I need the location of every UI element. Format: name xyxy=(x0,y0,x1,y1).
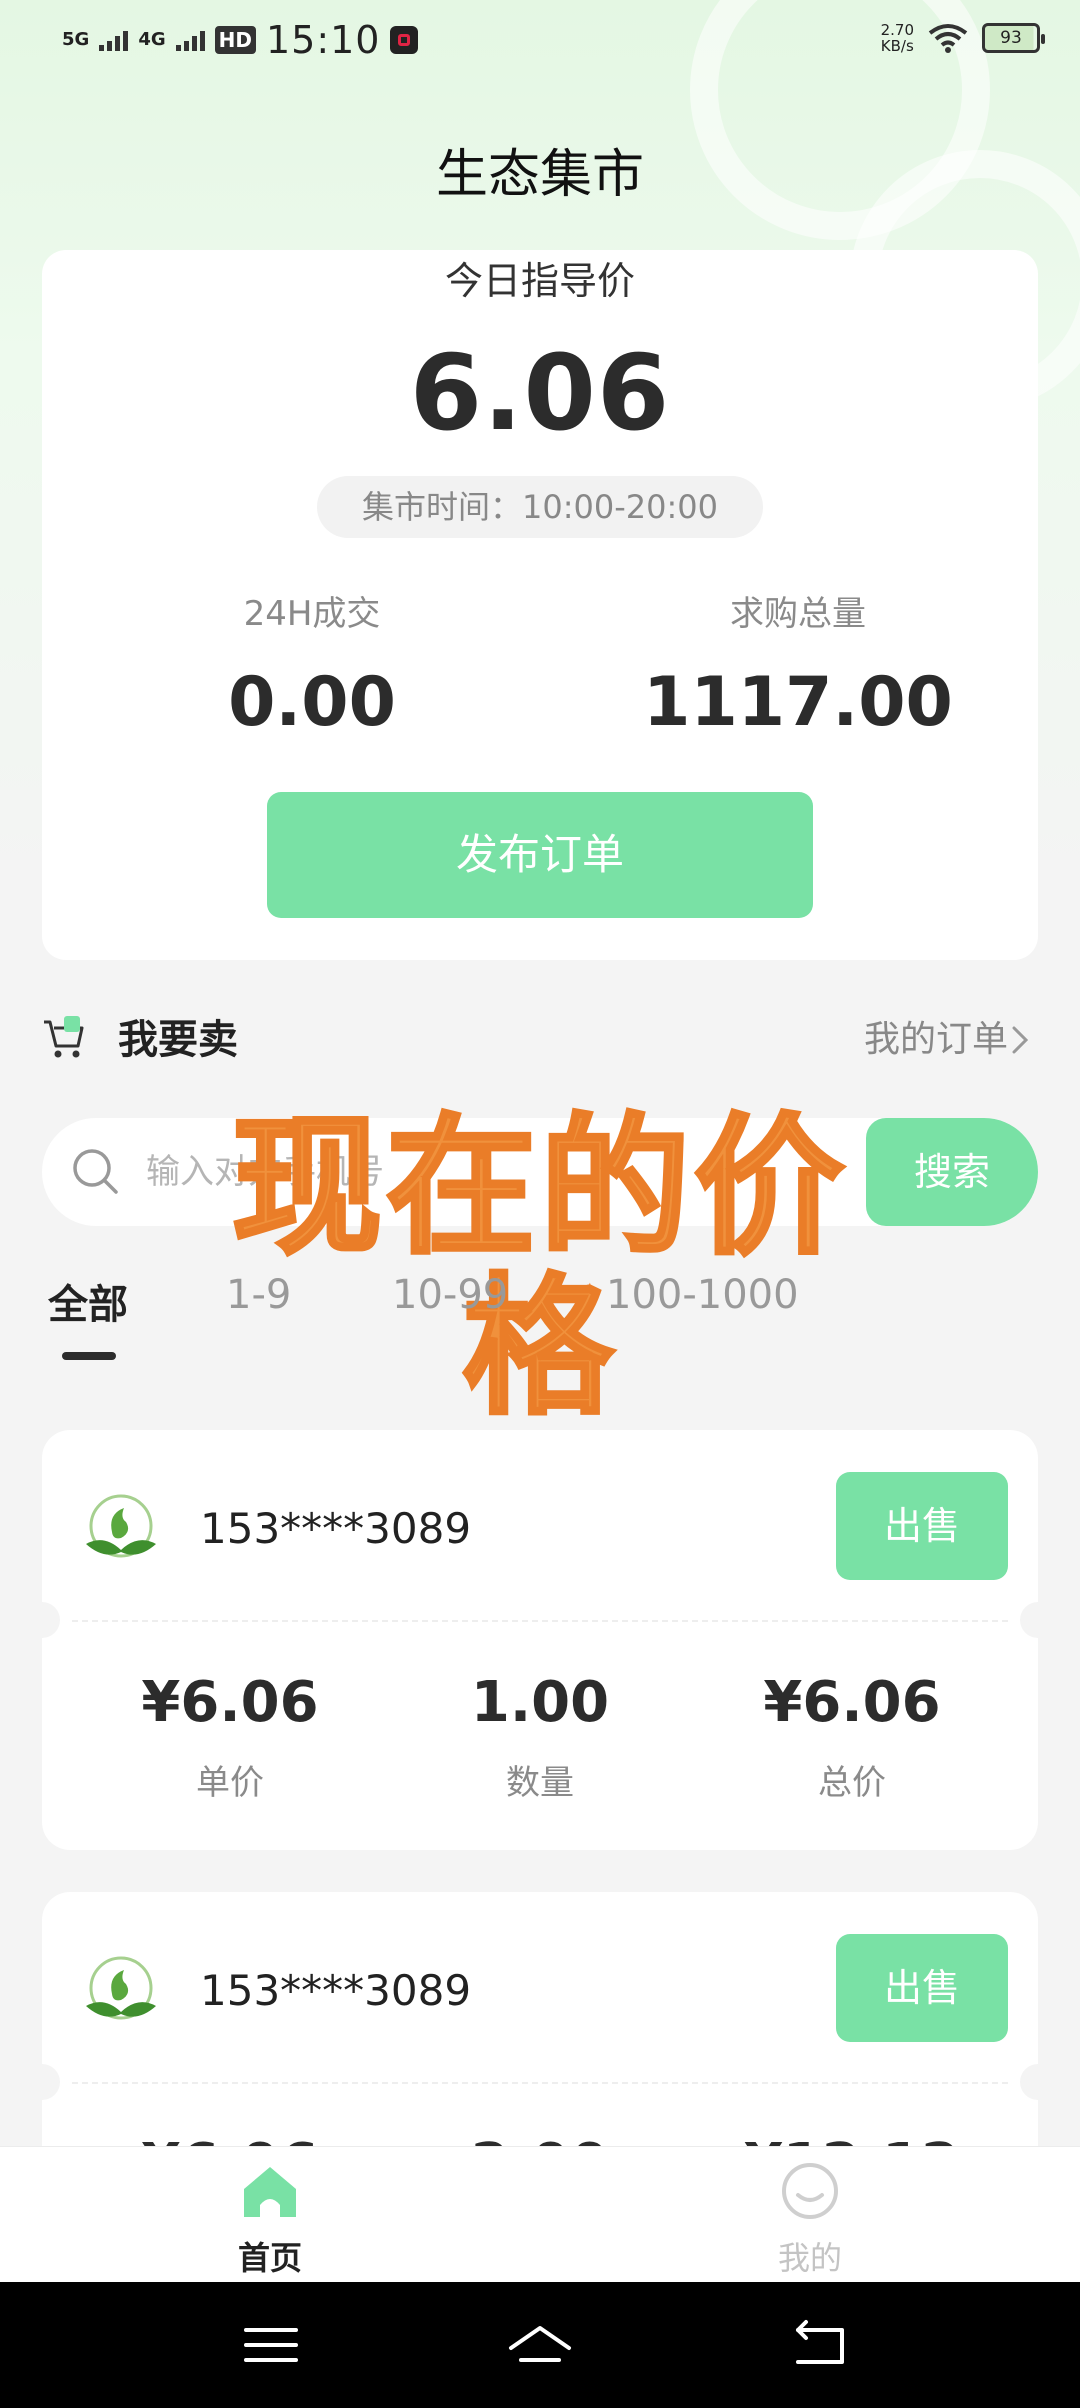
chevron-right-icon[interactable] xyxy=(1002,1022,1038,1058)
speed-unit: KB/s xyxy=(880,37,914,55)
wifi-icon xyxy=(928,24,968,53)
card-notch xyxy=(1020,2064,1038,2100)
search-input[interactable] xyxy=(146,1142,846,1202)
stat-value: 0.00 xyxy=(228,663,396,742)
nav-home[interactable]: 首页 xyxy=(170,2161,370,2279)
shopping-cart-icon xyxy=(44,1016,84,1058)
sell-button[interactable]: 出售 xyxy=(836,1472,1008,1580)
unit-price-value: ¥6.06 xyxy=(141,1670,319,1735)
stat-label: 24H成交 xyxy=(243,594,381,634)
active-tab-indicator xyxy=(62,1352,116,1360)
bottom-navigation: 首页 我的 xyxy=(0,2146,1080,2282)
battery-icon: 93 xyxy=(982,23,1045,53)
network-speed: 2.70 KB/s xyxy=(881,22,914,54)
guide-price-value: 6.06 xyxy=(409,332,671,454)
seller-phone: 153****3089 xyxy=(200,1504,472,1553)
guide-price-label: 今日指导价 xyxy=(444,259,635,303)
nav-mine[interactable]: 我的 xyxy=(710,2161,910,2279)
quantity-value: 1.00 xyxy=(470,1670,610,1735)
home-button-icon[interactable] xyxy=(505,2310,575,2380)
total-price: ¥6.06 总价 xyxy=(692,1670,1012,1804)
brand-logo-icon xyxy=(86,1956,156,2020)
signal-bars-icon xyxy=(99,29,129,51)
unit-price: ¥6.06 单价 xyxy=(70,1670,390,1804)
brand-logo-icon xyxy=(86,1494,156,1558)
sell-section-header: 我要卖 我的订单 xyxy=(42,1012,1038,1068)
my-orders-link[interactable]: 我的订单 xyxy=(864,1012,1008,1068)
tab-1-9[interactable]: 1-9 xyxy=(226,1272,291,1318)
card-notch xyxy=(42,2064,60,2100)
publish-order-button[interactable]: 发布订单 xyxy=(267,792,813,918)
speed-value: 2.70 xyxy=(880,21,914,39)
card-divider xyxy=(72,1620,1008,1622)
smile-face-icon xyxy=(782,2163,838,2219)
status-bar: 5G 4G HD 15:10 2.70 KB/s 93 xyxy=(0,0,1080,80)
network-4g-label: 4G xyxy=(138,29,166,50)
sell-button[interactable]: 出售 xyxy=(836,1934,1008,2042)
unit-price-label: 单价 xyxy=(196,1763,264,1803)
total-price-label: 总价 xyxy=(818,1763,886,1803)
tab-100-1000[interactable]: 100-1000 xyxy=(606,1272,799,1318)
stat-value: 1117.00 xyxy=(643,663,953,742)
section-title: 我要卖 xyxy=(118,1017,238,1063)
search-button[interactable]: 搜索 xyxy=(866,1118,1038,1226)
card-divider xyxy=(72,2082,1008,2084)
stat-24h-volume: 24H成交 0.00 xyxy=(112,586,512,742)
order-card: 153****3089 出售 ¥6.06 单价 1.00 数量 ¥6.06 总价 xyxy=(42,1430,1038,1850)
menu-icon[interactable] xyxy=(236,2310,306,2380)
search-bar: 搜索 xyxy=(42,1118,1038,1226)
network-5g-label: 5G xyxy=(62,29,90,50)
status-time: 15:10 xyxy=(265,18,381,62)
system-navigation-bar xyxy=(0,2282,1080,2408)
hd-voice-badge: HD xyxy=(214,26,256,54)
signal-bars-icon xyxy=(175,29,205,51)
quantity-label: 数量 xyxy=(506,1763,574,1803)
card-notch xyxy=(42,1602,60,1638)
stat-total-demand: 求购总量 1117.00 xyxy=(598,586,998,742)
tab-10-99[interactable]: 10-99 xyxy=(392,1272,508,1318)
quantity: 1.00 数量 xyxy=(380,1670,700,1804)
stat-label: 求购总量 xyxy=(730,594,866,634)
card-notch xyxy=(1020,1602,1038,1638)
market-hours: 集市时间：10:00-20:00 xyxy=(317,476,763,538)
search-icon xyxy=(73,1149,118,1194)
seller-phone: 153****3089 xyxy=(200,1966,472,2015)
price-summary-card: 今日指导价 6.06 集市时间：10:00-20:00 24H成交 0.00 求… xyxy=(42,250,1038,960)
nav-mine-label: 我的 xyxy=(777,2239,842,2277)
screen-record-icon xyxy=(390,26,419,54)
home-icon xyxy=(244,2167,296,2217)
total-price-value: ¥6.06 xyxy=(763,1670,941,1735)
back-icon[interactable] xyxy=(784,2310,854,2380)
nav-home-label: 首页 xyxy=(237,2239,302,2277)
tab-all[interactable]: 全部 xyxy=(48,1272,128,1330)
page-title: 生态集市 xyxy=(435,145,644,205)
